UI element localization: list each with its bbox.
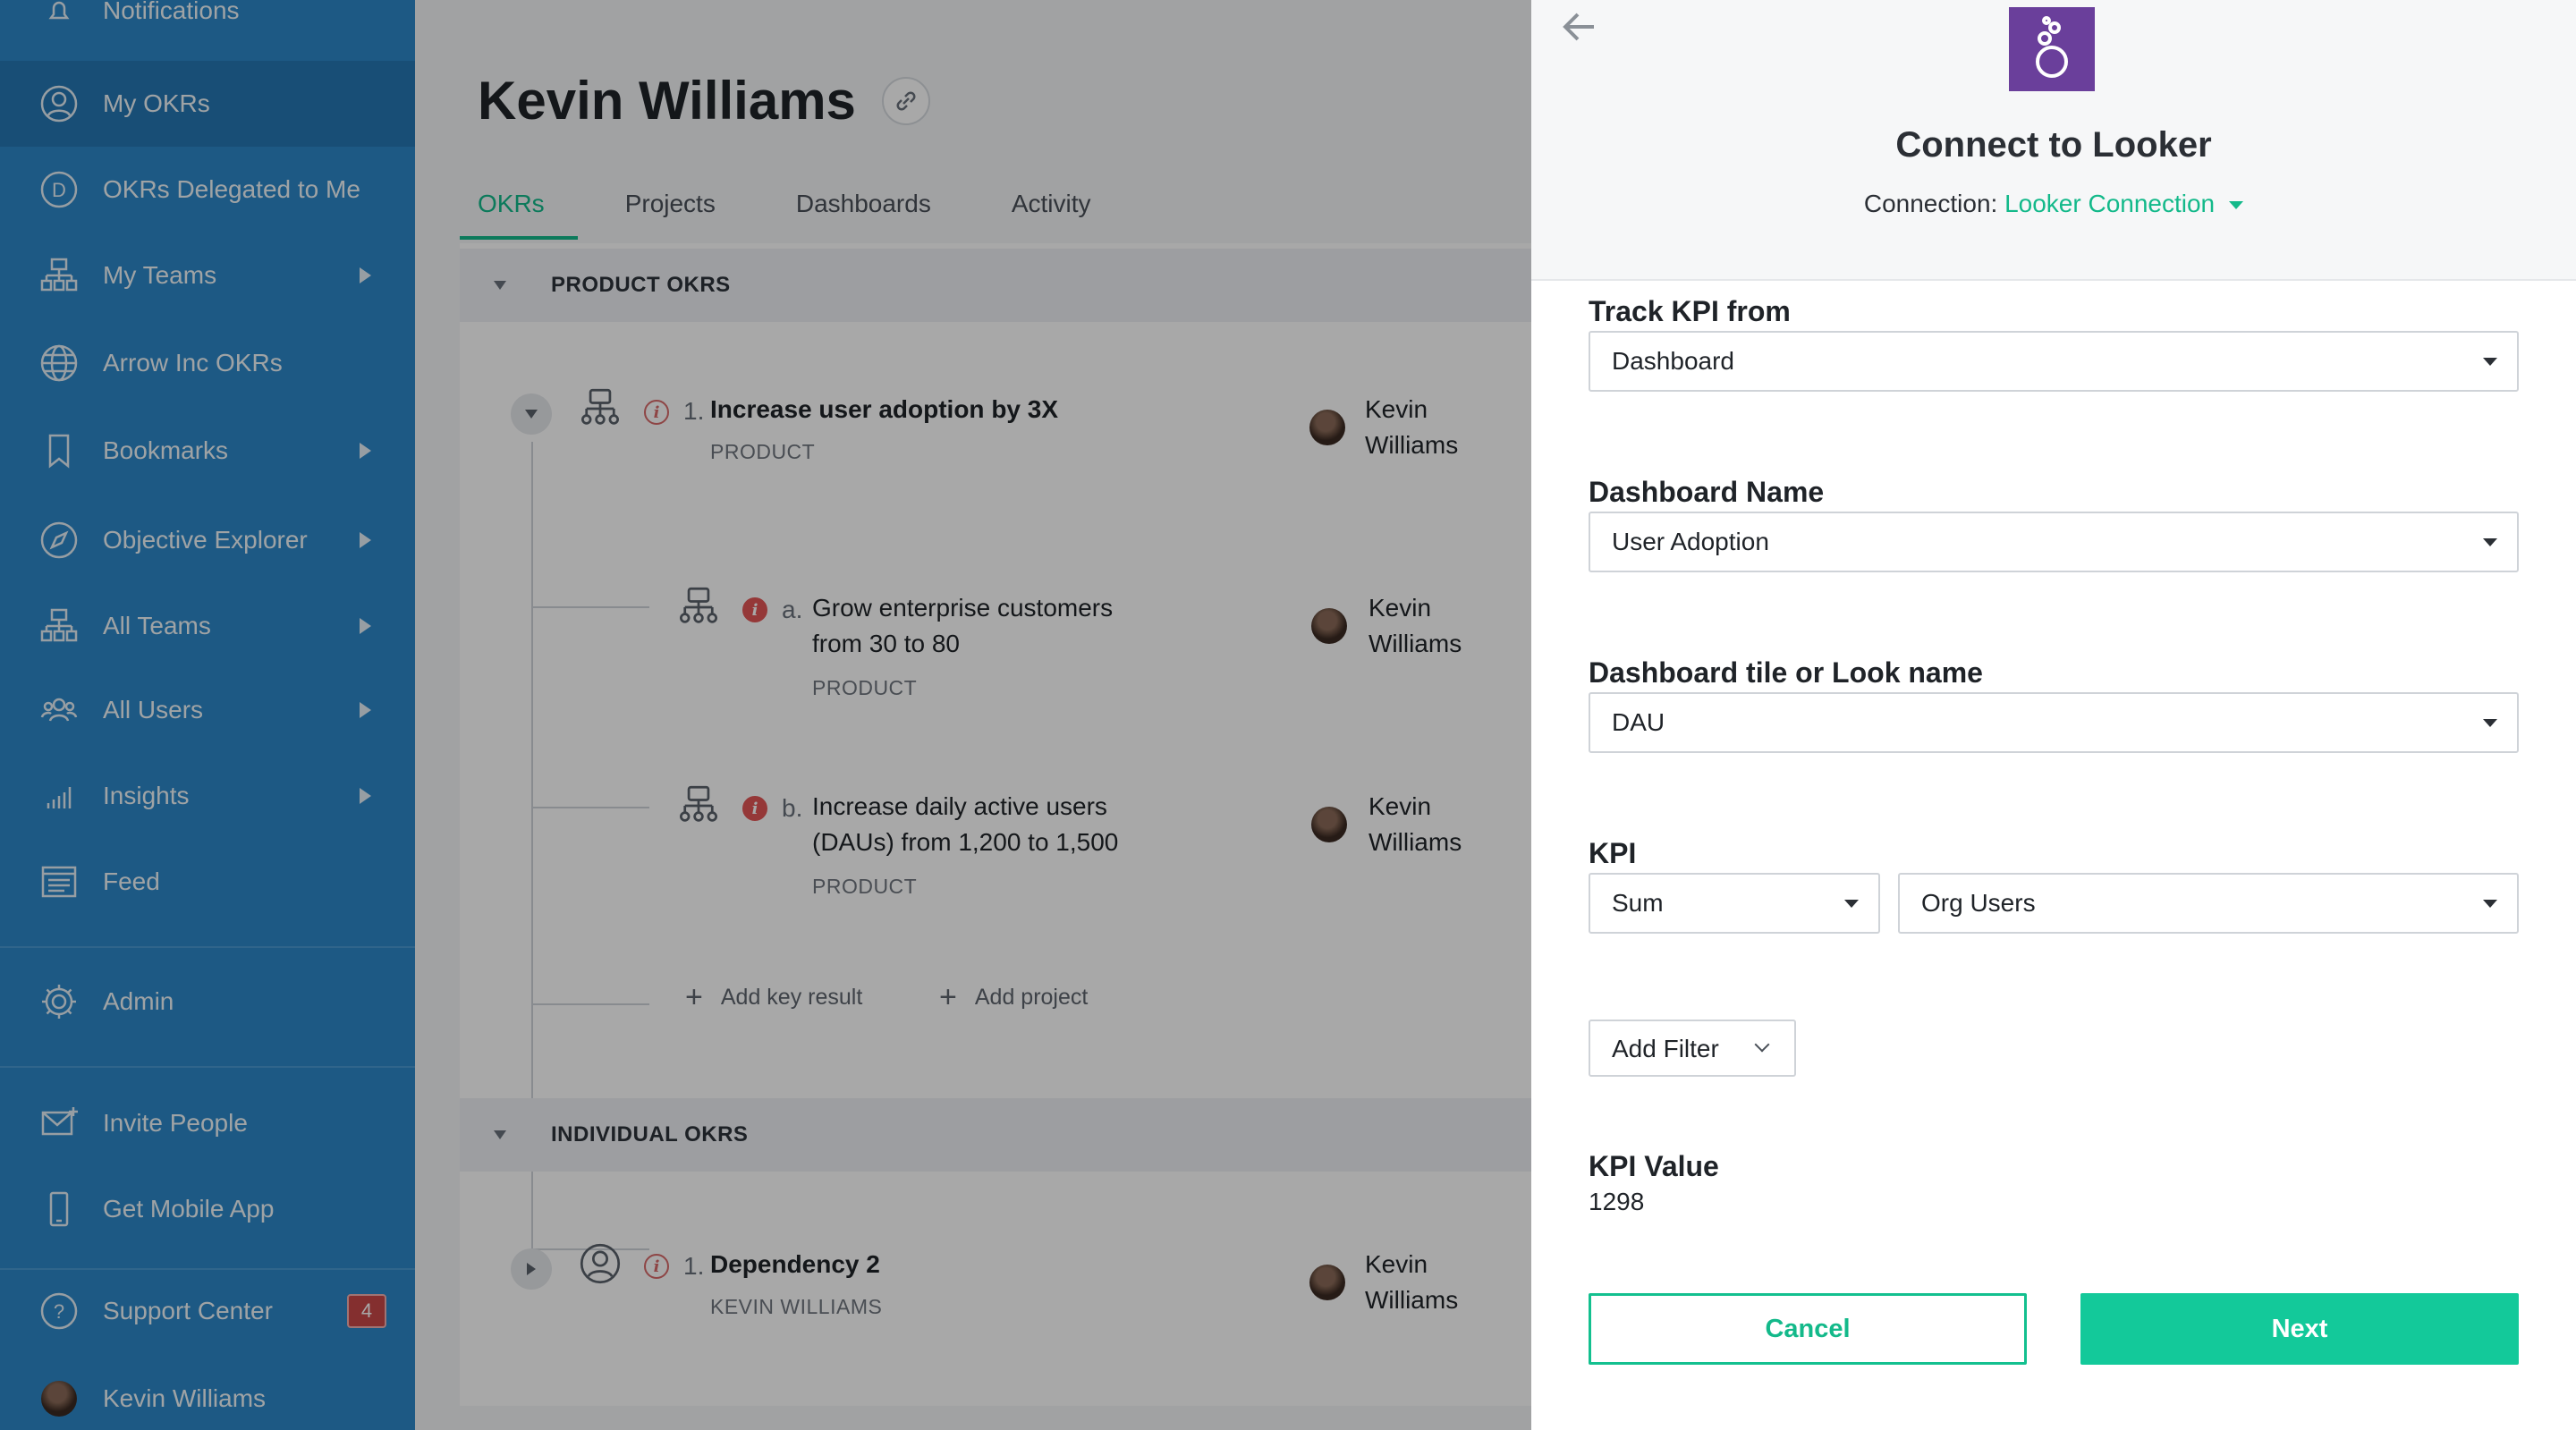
- chevron-down-icon: [1754, 1037, 1770, 1053]
- next-button[interactable]: Next: [2080, 1293, 2519, 1365]
- kpi-aggregation-select[interactable]: Sum: [1589, 873, 1880, 934]
- caret-down-icon[interactable]: [2229, 201, 2244, 210]
- kpi-value: 1298: [1589, 1188, 1645, 1215]
- cancel-button[interactable]: Cancel: [1589, 1293, 2027, 1365]
- panel-header: Connect to Looker Connection: Looker Con…: [1531, 0, 2576, 281]
- tile-name-label: Dashboard tile or Look name: [1589, 656, 1983, 689]
- modal-backdrop[interactable]: [0, 0, 1531, 1430]
- kpi-value-label: KPI Value: [1589, 1150, 1719, 1182]
- caret-down-icon: [2483, 900, 2497, 908]
- connection-row: Connection: Looker Connection: [1531, 190, 2576, 218]
- add-filter-button[interactable]: Add Filter: [1589, 1020, 1796, 1077]
- kpi-label: KPI: [1589, 837, 1637, 869]
- caret-down-icon: [1844, 900, 1859, 908]
- connection-label: Connection:: [1863, 190, 1998, 217]
- connect-looker-panel: Connect to Looker Connection: Looker Con…: [1531, 0, 2576, 1430]
- caret-down-icon: [2483, 538, 2497, 546]
- caret-down-icon: [2483, 719, 2497, 727]
- panel-title: Connect to Looker: [1895, 125, 2212, 165]
- looker-logo: [2009, 7, 2095, 91]
- tile-name-select[interactable]: DAU: [1589, 692, 2519, 753]
- back-arrow-icon[interactable]: [1558, 7, 1603, 47]
- track-kpi-select[interactable]: Dashboard: [1589, 331, 2519, 392]
- connection-dropdown[interactable]: Looker Connection: [2004, 190, 2215, 217]
- track-kpi-label: Track KPI from: [1589, 295, 1791, 327]
- caret-down-icon: [2483, 358, 2497, 366]
- dashboard-name-select[interactable]: User Adoption: [1589, 512, 2519, 572]
- dashboard-name-label: Dashboard Name: [1589, 476, 1825, 508]
- kpi-metric-select[interactable]: Org Users: [1898, 873, 2519, 934]
